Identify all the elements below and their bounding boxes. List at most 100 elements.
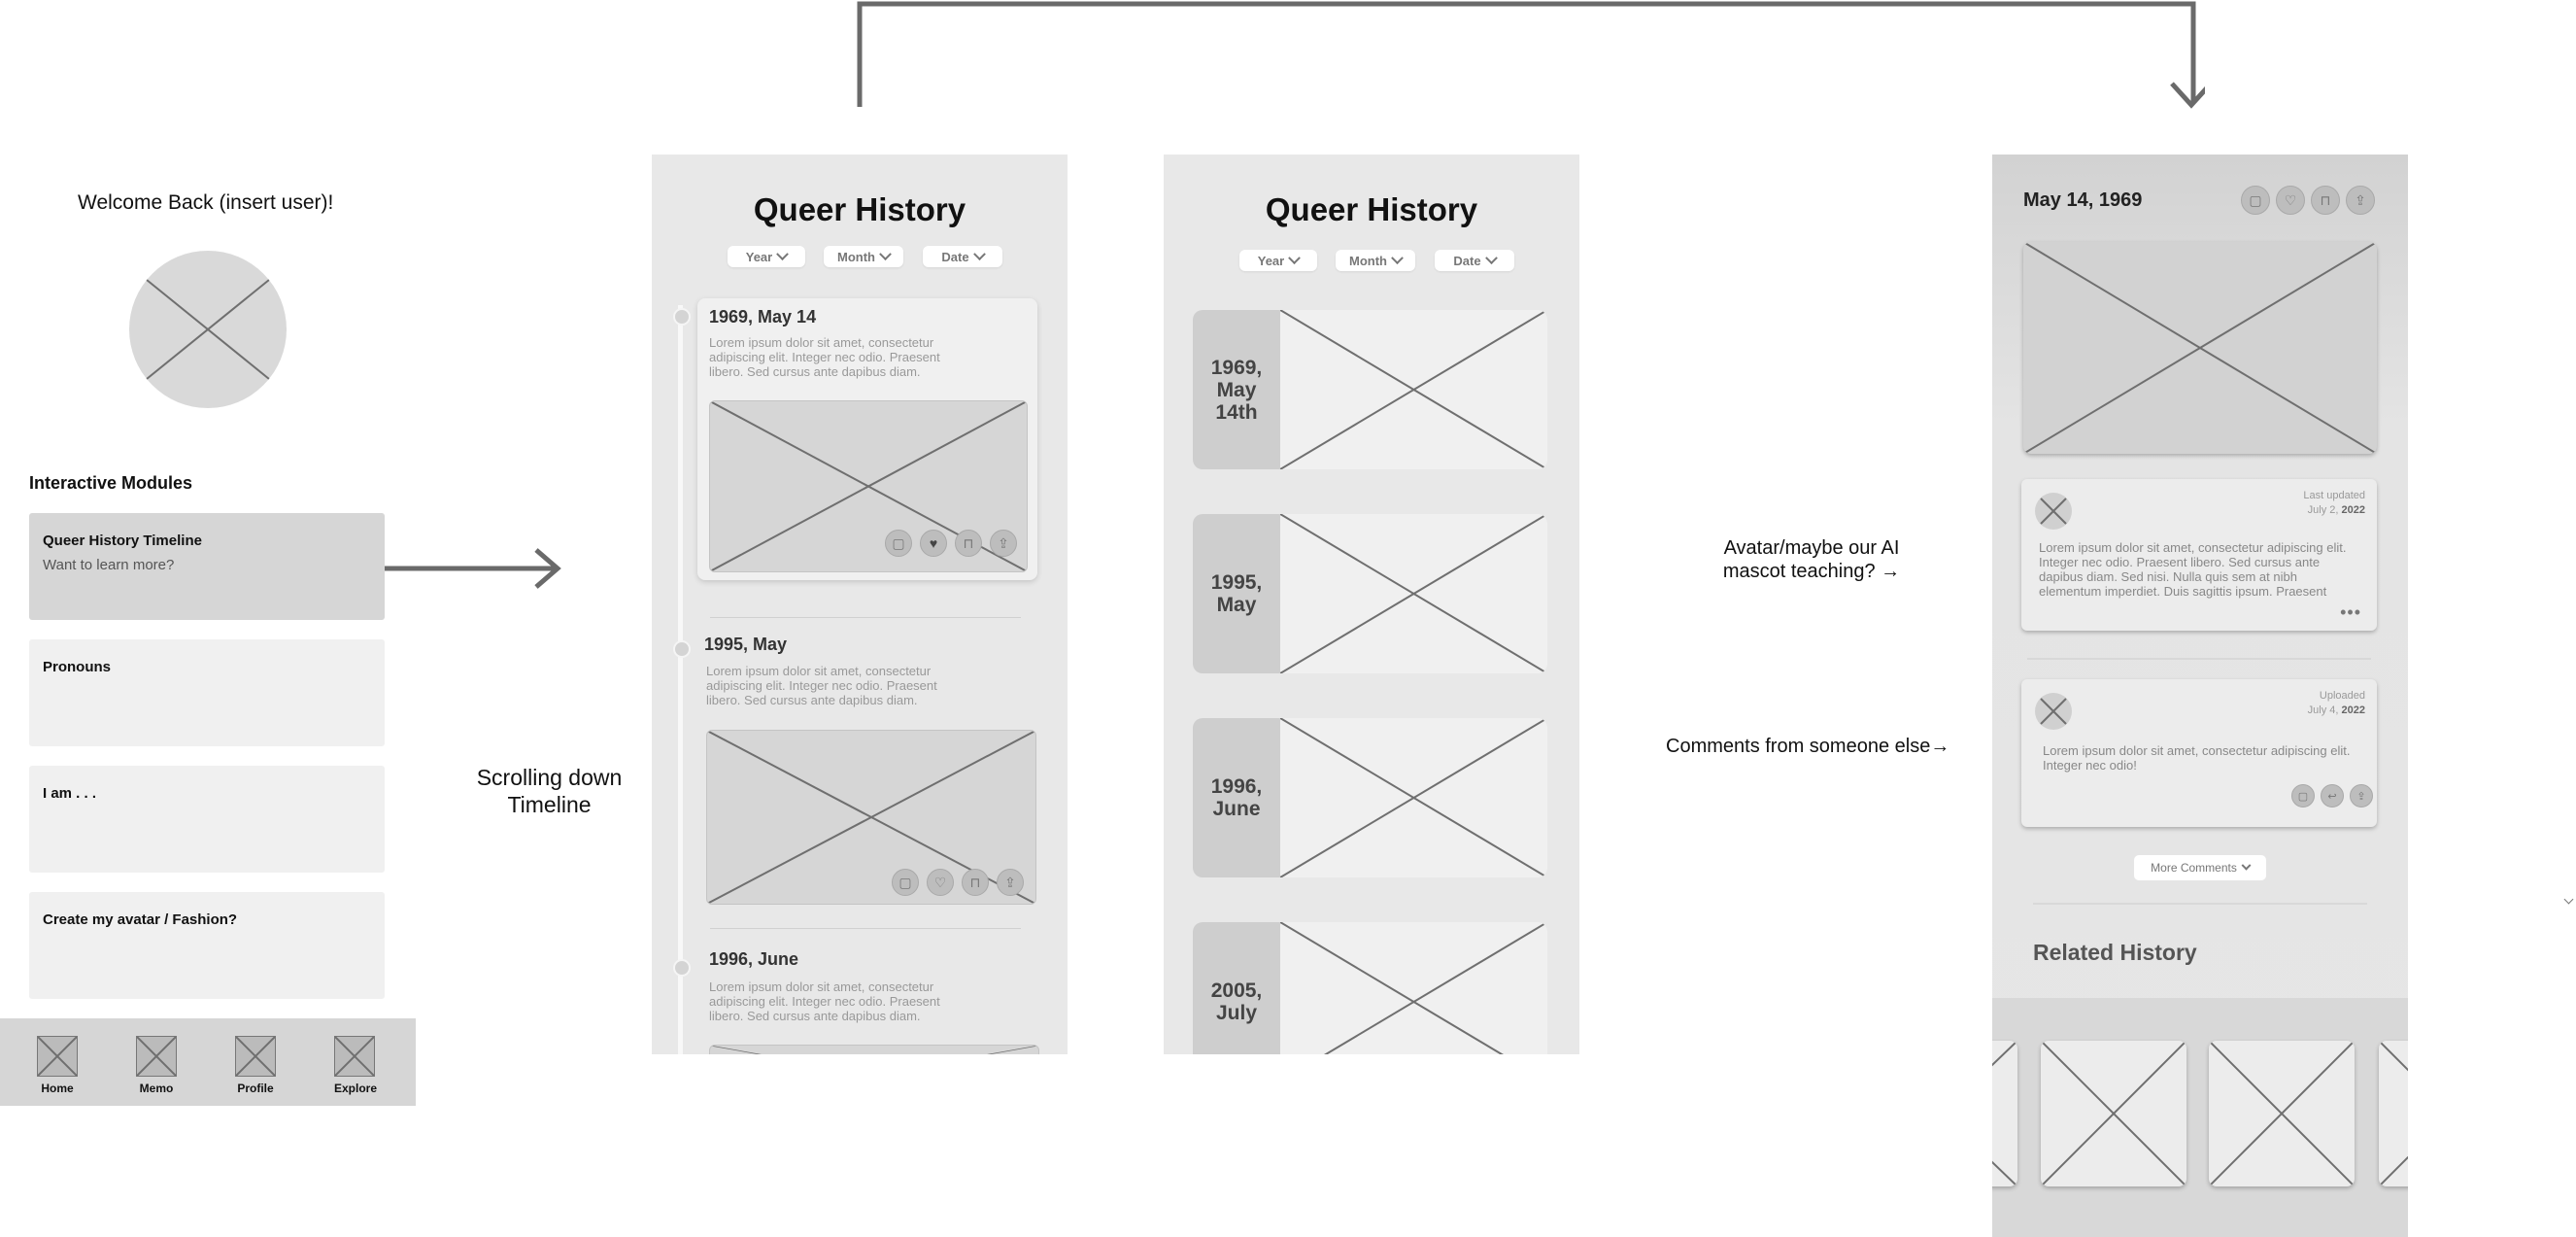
share-icon[interactable]: ⇪ bbox=[2350, 784, 2373, 807]
card-image bbox=[1280, 310, 1547, 469]
comment-card[interactable]: Last updated July 2, 2022 Lorem ipsum do… bbox=[2021, 479, 2377, 631]
profile-icon bbox=[235, 1036, 276, 1077]
timeline-entry[interactable]: 1995, May Lorem ipsum dolor sit amet, co… bbox=[695, 631, 1040, 922]
filter-label: Date bbox=[941, 249, 969, 264]
nav-explore[interactable]: Explore bbox=[334, 1036, 378, 1095]
related-card[interactable] bbox=[2209, 1041, 2355, 1186]
divider bbox=[2027, 658, 2371, 660]
divider bbox=[2033, 903, 2367, 905]
filter-label: Year bbox=[745, 249, 773, 264]
history-card[interactable]: 1995, May bbox=[1193, 514, 1547, 673]
history-card[interactable]: 1969, May 14th bbox=[1193, 310, 1547, 469]
related-card[interactable] bbox=[2379, 1041, 2408, 1186]
nav-label: Home bbox=[41, 1082, 74, 1095]
entry-date: 1969, May 14 bbox=[709, 307, 817, 326]
card-date-tab: 1995, May bbox=[1193, 514, 1280, 673]
share-icon[interactable]: ⇪ bbox=[2346, 186, 2375, 215]
filter-date[interactable]: Date bbox=[1435, 250, 1514, 271]
card-date: 1995, May bbox=[1210, 571, 1263, 616]
share-icon[interactable]: ⇪ bbox=[990, 530, 1017, 557]
entry-image: ▢ ♡ ⊓ ⇪ bbox=[706, 730, 1036, 905]
history-card[interactable]: 2005, July bbox=[1193, 922, 1547, 1054]
button-label: More Comments bbox=[2151, 861, 2237, 875]
card-date-tab: 2005, July bbox=[1193, 922, 1280, 1054]
connector-arrow-top bbox=[857, 1, 2205, 109]
page-title: Queer History bbox=[753, 191, 966, 227]
home-screen: Welcome Back (insert user)! Interactive … bbox=[0, 185, 418, 1108]
commenter-avatar bbox=[2035, 693, 2072, 730]
more-options-icon[interactable]: ••• bbox=[2340, 602, 2361, 623]
comment-icon[interactable]: ▢ bbox=[2241, 186, 2270, 215]
comment-text: Lorem ipsum dolor sit amet, consectetur … bbox=[2039, 540, 2347, 599]
comment-card[interactable]: Uploaded July 4, 2022 Lorem ipsum dolor … bbox=[2021, 679, 2377, 827]
module-title: Create my avatar / Fashion? bbox=[43, 911, 238, 928]
bookmark-icon[interactable]: ⊓ bbox=[2311, 186, 2340, 215]
filter-label: Month bbox=[837, 249, 875, 264]
meta-date: July 4, 2022 bbox=[2307, 704, 2365, 716]
related-card[interactable] bbox=[2041, 1041, 2186, 1186]
card-image bbox=[1280, 922, 1547, 1054]
divider bbox=[710, 928, 1021, 929]
card-date-tab: 1996, June bbox=[1193, 718, 1280, 877]
annotation-comments: Comments from someone else→ bbox=[1666, 736, 1950, 757]
chevron-down-icon bbox=[1391, 251, 1404, 264]
related-title: Related History bbox=[2033, 940, 2197, 965]
comment-icon[interactable]: ▢ bbox=[892, 869, 919, 896]
profile-avatar[interactable] bbox=[129, 251, 287, 408]
card-date: 1996, June bbox=[1210, 775, 1263, 820]
comment-icon[interactable]: ▢ bbox=[2291, 784, 2315, 807]
filter-month[interactable]: Month bbox=[1336, 250, 1415, 271]
more-comments-button[interactable]: More Comments bbox=[2134, 855, 2266, 880]
nav-profile[interactable]: Profile bbox=[235, 1036, 276, 1095]
explore-icon bbox=[334, 1036, 375, 1077]
filter-label: Date bbox=[1453, 253, 1481, 268]
card-image bbox=[1280, 718, 1547, 877]
share-icon[interactable]: ⇪ bbox=[997, 869, 1024, 896]
memo-icon bbox=[136, 1036, 177, 1077]
timeline-dot bbox=[673, 640, 691, 658]
entry-image: ▢ ♥ ⊓ ⇪ bbox=[709, 400, 1028, 572]
nav-label: Explore bbox=[334, 1082, 378, 1095]
module-timeline[interactable]: Queer History Timeline Want to learn mor… bbox=[29, 513, 385, 620]
bookmark-icon[interactable]: ⊓ bbox=[955, 530, 982, 557]
flow-arrow-right bbox=[385, 548, 561, 589]
card-image bbox=[1280, 514, 1547, 673]
bookmark-icon[interactable]: ⊓ bbox=[962, 869, 989, 896]
detail-date: May 14, 1969 bbox=[2023, 189, 2143, 211]
module-avatar-fashion[interactable]: Create my avatar / Fashion? bbox=[29, 892, 385, 999]
chevron-down-icon bbox=[2563, 894, 2574, 905]
reply-icon[interactable]: ↩ bbox=[2321, 784, 2344, 807]
chevron-down-icon bbox=[879, 247, 892, 260]
module-i-am[interactable]: I am . . . bbox=[29, 766, 385, 873]
related-card[interactable] bbox=[1992, 1041, 2017, 1186]
filter-year[interactable]: Year bbox=[728, 246, 805, 267]
history-card[interactable]: 1996, June bbox=[1193, 718, 1547, 877]
heart-icon[interactable]: ♡ bbox=[927, 869, 954, 896]
heart-icon[interactable]: ♡ bbox=[2276, 186, 2305, 215]
nav-label: Profile bbox=[237, 1082, 274, 1095]
home-icon bbox=[37, 1036, 78, 1077]
heart-icon[interactable]: ♥ bbox=[920, 530, 947, 557]
nav-label: Memo bbox=[139, 1082, 174, 1095]
timeline-entry[interactable]: 1996, June Lorem ipsum dolor sit amet, c… bbox=[697, 947, 1043, 1054]
timeline-screen: Queer History Year Month Date 1969, May … bbox=[652, 155, 1068, 1054]
module-title: Pronouns bbox=[43, 659, 111, 675]
nav-home[interactable]: Home bbox=[37, 1036, 78, 1095]
comment-icon[interactable]: ▢ bbox=[885, 530, 912, 557]
meta-label: Last updated bbox=[2303, 490, 2365, 501]
module-subtitle: Want to learn more? bbox=[43, 557, 175, 573]
chevron-down-icon bbox=[2241, 860, 2252, 871]
entry-text: Lorem ipsum dolor sit amet, consectetur … bbox=[709, 335, 940, 379]
nav-memo[interactable]: Memo bbox=[136, 1036, 177, 1095]
commenter-avatar bbox=[2035, 493, 2072, 530]
timeline-line bbox=[678, 305, 683, 1054]
modules-title: Interactive Modules bbox=[29, 473, 193, 493]
module-pronouns[interactable]: Pronouns bbox=[29, 639, 385, 746]
related-strip bbox=[1992, 998, 2408, 1237]
filter-month[interactable]: Month bbox=[824, 246, 903, 267]
filter-date[interactable]: Date bbox=[923, 246, 1002, 267]
filter-year[interactable]: Year bbox=[1239, 250, 1317, 271]
filter-label: Year bbox=[1257, 253, 1285, 268]
timeline-entry[interactable]: 1969, May 14 Lorem ipsum dolor sit amet,… bbox=[697, 298, 1037, 580]
module-title: I am . . . bbox=[43, 785, 97, 802]
